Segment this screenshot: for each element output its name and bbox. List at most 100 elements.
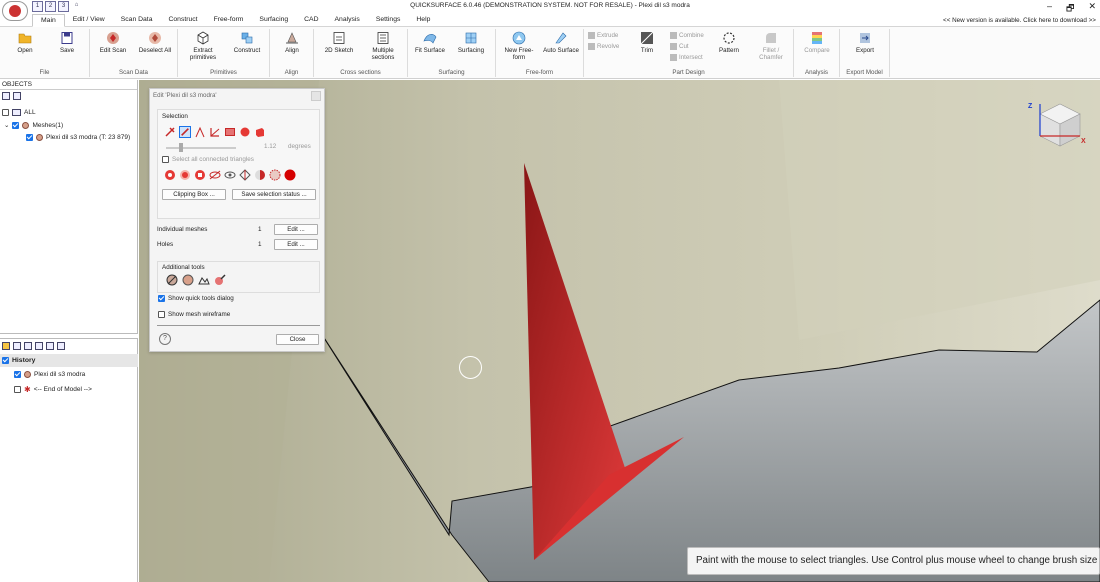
dialog-minimize-button[interactable] — [311, 91, 321, 101]
angle-slider-track[interactable] — [166, 147, 236, 149]
new-free-form-button[interactable]: New Free-form — [500, 31, 538, 61]
pattern-button[interactable]: Pattern — [710, 31, 748, 54]
edit-individual-meshes-button[interactable]: Edit ... — [274, 224, 318, 235]
save-button[interactable]: Save — [48, 31, 86, 54]
save-selection-button[interactable]: Save selection status ... — [232, 189, 316, 200]
grow-selection-icon[interactable] — [179, 169, 191, 181]
help-icon[interactable]: ? — [159, 333, 171, 345]
z-axis-label: Z — [1028, 103, 1033, 110]
extrude-button[interactable]: Extrude — [588, 32, 618, 39]
close-button[interactable]: Close — [276, 334, 319, 345]
ribbon-tabs: Main Edit / View Scan Data Construct Fre… — [0, 14, 1100, 27]
history-item-end[interactable]: ✱ <-- End of Model --> — [14, 385, 92, 394]
select-connected-checkbox[interactable] — [162, 156, 169, 163]
group-label-scan-data: Scan Data — [119, 69, 148, 76]
angle-slider-thumb[interactable] — [179, 143, 183, 152]
history-list-icon[interactable] — [2, 342, 10, 350]
end-checkbox[interactable] — [14, 386, 21, 393]
deselect-all-button[interactable]: Deselect All — [136, 31, 174, 54]
terrain-icon[interactable] — [198, 274, 210, 286]
extract-primitives-button[interactable]: Extract primitives — [184, 31, 222, 61]
pick-point-icon[interactable] — [164, 126, 176, 138]
lasso-select-icon[interactable] — [194, 126, 206, 138]
show-wireframe-row[interactable]: Show mesh wireframe — [158, 311, 230, 318]
compare-button[interactable]: Compare — [798, 31, 836, 54]
sphere-icon[interactable] — [182, 274, 194, 286]
trim-button[interactable]: Trim — [628, 31, 666, 54]
show-wireframe-checkbox[interactable] — [158, 311, 165, 318]
tab-scan-data[interactable]: Scan Data — [113, 14, 161, 27]
revolve-button[interactable]: Revolve — [588, 43, 619, 50]
edit-scan-label: Edit Scan — [99, 47, 127, 54]
fit-surface-button[interactable]: Fit Surface — [411, 31, 449, 54]
surfacing-button[interactable]: Surfacing — [452, 31, 490, 54]
align-button[interactable]: Align — [273, 31, 311, 54]
tab-cad[interactable]: CAD — [296, 14, 326, 27]
mesh-checkbox[interactable] — [26, 134, 33, 141]
tab-help[interactable]: Help — [408, 14, 438, 27]
tab-settings[interactable]: Settings — [368, 14, 409, 27]
show-hidden-icon[interactable] — [224, 169, 236, 181]
cut-button[interactable]: Cut — [670, 43, 689, 50]
objects-panel: OBJECTS ALL ⌄ Meshes(1) Plexi dil s3 mod… — [0, 80, 138, 334]
tree-item-mesh[interactable]: Plexi dil s3 modra (T: 23 879) — [26, 134, 130, 141]
circle-select-icon[interactable] — [239, 126, 251, 138]
show-all-icon[interactable] — [2, 92, 10, 100]
auto-surface-button[interactable]: Auto Surface — [542, 31, 580, 54]
invert-selection-icon[interactable] — [239, 169, 251, 181]
filter-icon[interactable] — [13, 92, 21, 100]
deselect-icon[interactable] — [269, 169, 281, 181]
update-notice-link[interactable]: << New version is available. Click here … — [943, 17, 1096, 24]
clipping-box-button[interactable]: Clipping Box ... — [162, 189, 226, 200]
tab-free-form[interactable]: Free-form — [206, 14, 252, 27]
history-last-icon[interactable] — [57, 342, 65, 350]
group-align: Align Align — [270, 29, 314, 77]
edit-holes-button[interactable]: Edit ... — [274, 239, 318, 250]
auto-surface-label: Auto Surface — [543, 47, 579, 54]
multiple-sections-button[interactable]: Multiple sections — [364, 31, 402, 61]
objects-panel-header: OBJECTS — [0, 80, 137, 90]
history-first-icon[interactable] — [46, 342, 54, 350]
tab-surfacing[interactable]: Surfacing — [251, 14, 296, 27]
history-filter-icon[interactable] — [35, 342, 43, 350]
fillet-chamfer-button[interactable]: Fillet / Chamfer — [752, 31, 790, 61]
tab-edit-view[interactable]: Edit / View — [65, 14, 113, 27]
smooth-icon[interactable] — [166, 274, 178, 286]
show-quick-tools-checkbox[interactable] — [158, 295, 165, 302]
tree-item-meshes[interactable]: ⌄ Meshes(1) — [4, 121, 63, 129]
tree-item-all[interactable]: ALL — [2, 109, 36, 116]
half-selection-icon[interactable] — [254, 169, 266, 181]
tab-main[interactable]: Main — [32, 14, 65, 27]
hide-selected-icon[interactable] — [209, 169, 221, 181]
open-button[interactable]: Open — [6, 31, 44, 54]
select-all-icon[interactable] — [164, 169, 176, 181]
box-select-icon[interactable] — [254, 126, 266, 138]
meshes-checkbox[interactable] — [12, 121, 20, 129]
polyline-select-icon[interactable] — [209, 126, 221, 138]
shrink-selection-icon[interactable] — [194, 169, 206, 181]
history-item-checkbox[interactable] — [14, 371, 21, 378]
group-label-free-form: Free-form — [525, 69, 554, 76]
edit-scan-button[interactable]: Edit Scan — [94, 31, 132, 54]
export-button[interactable]: Export — [846, 31, 884, 54]
history-item-mesh[interactable]: Plexi dil s3 modra — [14, 371, 85, 378]
app-logo-icon[interactable] — [2, 1, 28, 21]
intersect-button[interactable]: Intersect — [670, 54, 703, 61]
all-checkbox[interactable] — [2, 109, 9, 116]
expand-chevron-icon[interactable]: ⌄ — [4, 121, 9, 129]
construct-button[interactable]: Construct — [228, 31, 266, 54]
select-connected-row[interactable]: Select all connected triangles — [162, 156, 254, 163]
rect-select-icon[interactable] — [224, 126, 236, 138]
tab-construct[interactable]: Construct — [160, 14, 205, 27]
combine-button[interactable]: Combine — [670, 32, 704, 39]
delete-selected-icon[interactable] — [284, 169, 296, 181]
sketch-2d-button[interactable]: 2D Sketch — [320, 31, 358, 54]
show-quick-tools-row[interactable]: Show quick tools dialog — [158, 295, 234, 302]
paint-brush-icon[interactable] — [214, 274, 226, 286]
tab-analysis[interactable]: Analysis — [327, 14, 368, 27]
navigation-cube[interactable]: Z X — [1022, 100, 1090, 156]
history-tree-icon[interactable] — [13, 342, 21, 350]
history-checkbox[interactable] — [2, 357, 9, 364]
brush-select-icon[interactable] — [179, 126, 191, 138]
history-play-icon[interactable] — [24, 342, 32, 350]
